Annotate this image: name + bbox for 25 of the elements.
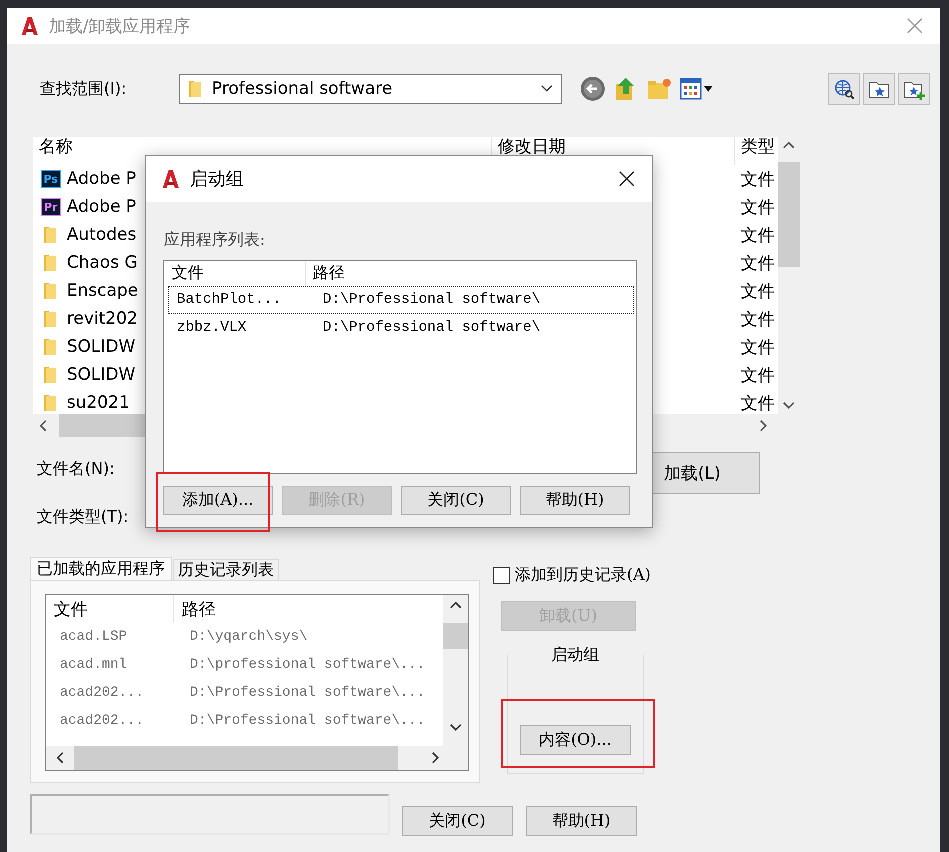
dialog-title: 启动组 <box>190 168 245 191</box>
table-cell-text: acad.mnl <box>59 656 128 675</box>
table-cell-text: 文件 <box>740 168 776 192</box>
look-in-label: 查找范围(I): <box>40 78 128 100</box>
table-cell-text: D:\Professional software\... <box>189 712 426 731</box>
table-cell-text: acad202... <box>59 712 146 731</box>
table-cell-text: acad.LSP <box>59 628 128 647</box>
file-name-label: 文件名(N): <box>37 458 116 480</box>
table-cell-text: 文件 <box>740 252 776 276</box>
app-badge-icon: Ps <box>41 170 61 188</box>
list-label: 应用程序列表: <box>164 228 266 250</box>
table-cell-text: 文件 <box>740 280 776 304</box>
table-cell-text: D:\Professional software\... <box>189 684 426 703</box>
table-cell-text: 文件 <box>740 308 776 332</box>
table-cell-text: 文件 <box>740 224 776 248</box>
table-cell-text: D:\yqarch\sys\ <box>189 628 309 647</box>
table-cell-text: 文件 <box>740 336 776 360</box>
table-cell-text: 文件 <box>740 364 776 388</box>
table-cell-text: D:\professional software\... <box>189 656 426 675</box>
table-cell-text: 文件 <box>740 392 776 414</box>
app-badge-icon: Pr <box>41 198 61 216</box>
table-cell-text: acad202... <box>59 684 146 703</box>
table-cell-text: 文件 <box>740 196 776 220</box>
file-type-label: 文件类型(T): <box>37 506 130 528</box>
window-title: 加载/卸载应用程序 <box>49 16 192 38</box>
